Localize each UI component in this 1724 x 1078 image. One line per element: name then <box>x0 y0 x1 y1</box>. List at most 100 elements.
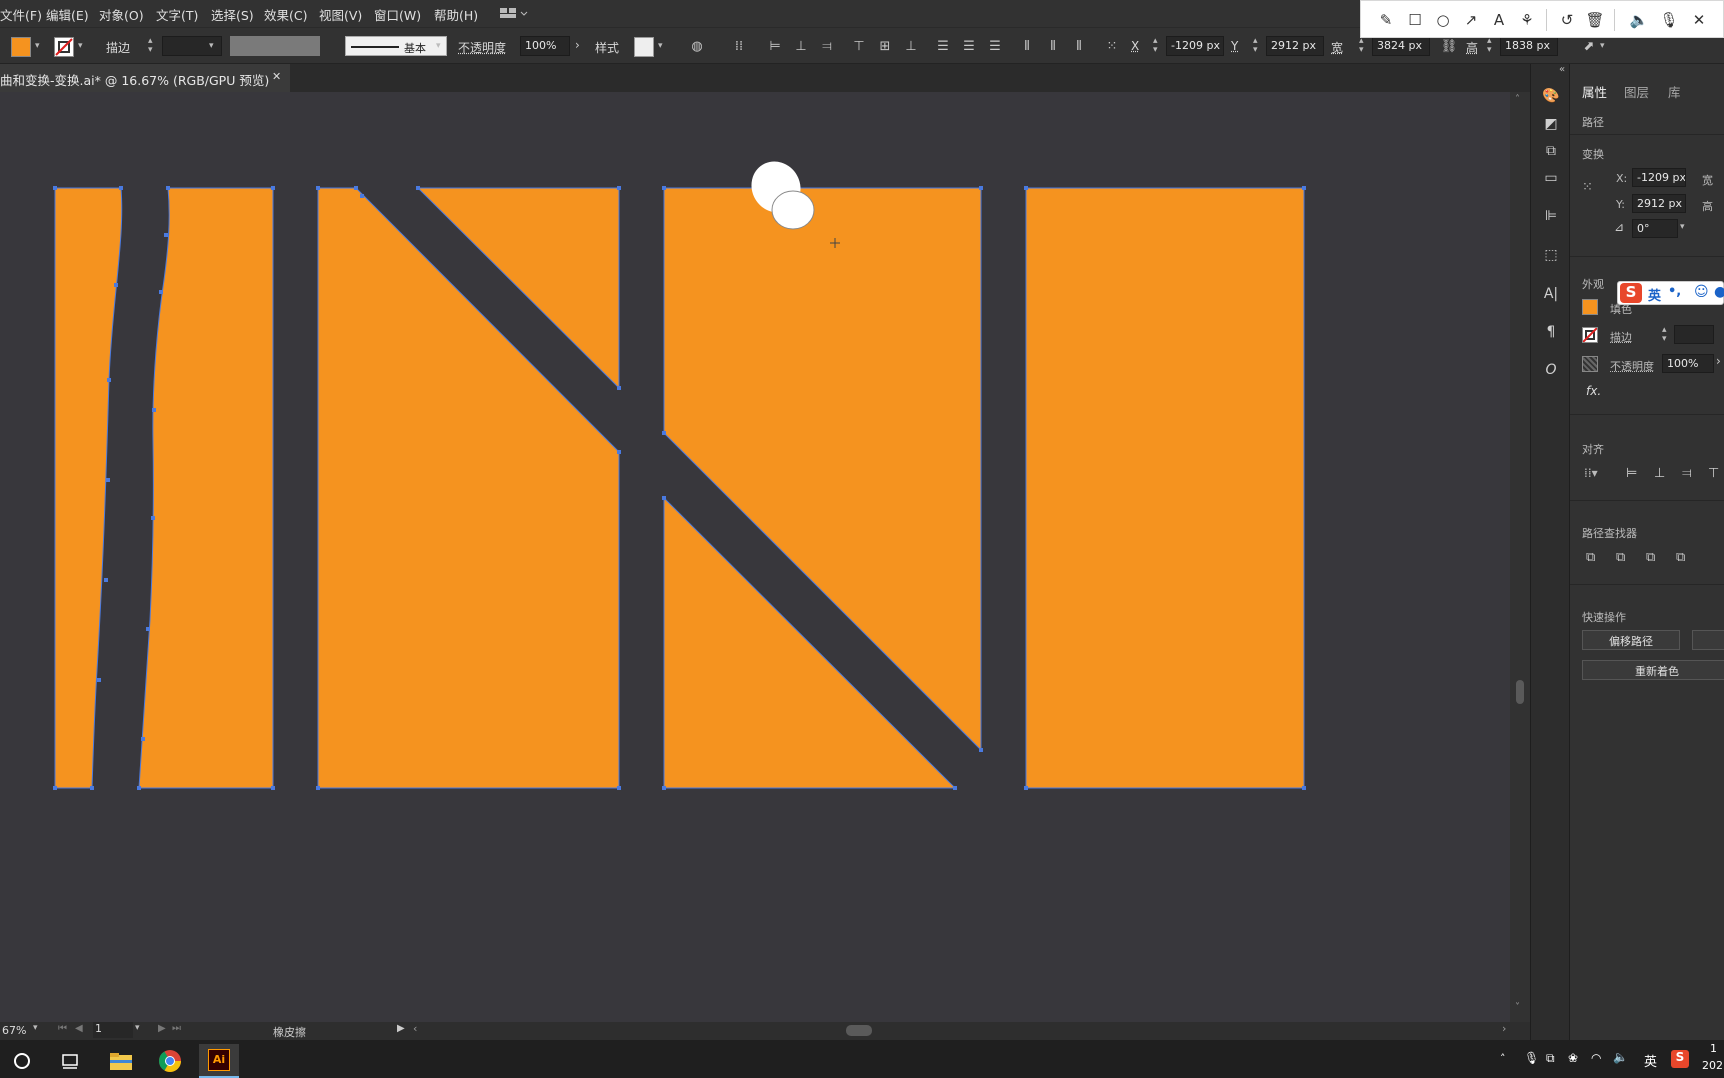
panel-y-input[interactable]: 2912 px <box>1632 194 1686 213</box>
pathfinder-minus-front-icon[interactable]: ⧉ <box>1616 550 1625 565</box>
ime-mode[interactable]: 英 <box>1648 285 1661 304</box>
fill-swatch[interactable] <box>11 37 31 57</box>
ime-more-icon[interactable]: ● <box>1714 284 1724 300</box>
graphic-style-swatch[interactable] <box>634 37 654 57</box>
reference-point-grid-icon[interactable]: ⁙ <box>1582 180 1593 195</box>
panel-align-to-icon[interactable]: ⁞⁞▾ <box>1584 466 1598 480</box>
panel-opacity-label[interactable]: 不透明度 <box>1610 358 1654 374</box>
y-input[interactable]: 2912 px <box>1266 36 1324 56</box>
style-dropdown-icon[interactable]: ▾ <box>658 41 663 51</box>
status-menu-icon[interactable]: ▶ <box>397 1023 405 1034</box>
pathfinder-unite-icon[interactable]: ⧉ <box>1586 550 1595 565</box>
last-artboard-icon[interactable]: ⏭ <box>172 1023 181 1034</box>
speaker-icon[interactable]: 🔈 <box>1629 10 1649 30</box>
artboard-number-input[interactable]: 1 <box>93 1022 133 1038</box>
align-top-icon[interactable]: ⊤ <box>850 37 868 55</box>
menu-window[interactable]: 窗口(W) <box>374 5 421 24</box>
menu-file[interactable]: 文件(F) <box>0 5 42 24</box>
zoom-dropdown-icon[interactable]: ▾ <box>33 1023 38 1033</box>
hscroll-right-icon[interactable]: › <box>1502 1022 1506 1035</box>
scroll-down-icon[interactable]: ˅ <box>1515 1002 1520 1013</box>
opacity-label[interactable]: 不透明度 <box>458 39 506 56</box>
hscroll-left-icon[interactable]: ‹ <box>413 1022 417 1035</box>
recolor-globe-icon[interactable]: ◍ <box>688 37 706 55</box>
stroke-swatch[interactable] <box>54 37 74 57</box>
next-artboard-icon[interactable]: ▶ <box>158 1023 166 1034</box>
clock-time[interactable]: 1 <box>1710 1042 1717 1055</box>
align-left-icon[interactable]: ⊨ <box>766 37 784 55</box>
color-panel-icon[interactable]: 🎨 <box>1541 86 1561 106</box>
arrow-tool-icon[interactable]: ↗ <box>1461 10 1481 30</box>
menu-view[interactable]: 视图(V) <box>319 5 362 24</box>
height-input[interactable]: 1838 px <box>1500 36 1558 56</box>
height-stepper[interactable]: ▴ ▾ <box>1487 37 1492 55</box>
distribute-vcenter-icon[interactable]: ☰ <box>960 37 978 55</box>
brush-definition[interactable]: 基本 <box>345 36 447 56</box>
distribute-bottom-icon[interactable]: ☰ <box>986 37 1004 55</box>
opacity-input[interactable]: 100% <box>520 36 570 56</box>
pathfinder-exclude-icon[interactable]: ⧉ <box>1676 550 1685 565</box>
horizontal-scroll-thumb[interactable] <box>846 1025 872 1036</box>
fx-icon[interactable]: fx. <box>1586 384 1601 398</box>
distribute-right-icon[interactable]: ⫴ <box>1070 37 1088 55</box>
undo-icon[interactable]: ↺ <box>1557 10 1577 30</box>
variable-width-profile[interactable] <box>230 36 320 56</box>
distribute-left-icon[interactable]: ⫴ <box>1018 37 1036 55</box>
collapse-panels-icon[interactable]: « <box>1559 64 1565 75</box>
artwork[interactable] <box>0 92 1516 1025</box>
rectangle-tool-icon[interactable]: ☐ <box>1405 10 1425 30</box>
menu-help[interactable]: 帮助(H) <box>434 5 478 24</box>
opentype-panel-icon[interactable]: O <box>1541 360 1561 380</box>
clock-date[interactable]: 202 <box>1702 1059 1723 1072</box>
recolor-button[interactable]: 重新着色 <box>1582 660 1724 680</box>
align-hcenter-icon[interactable]: ⊥ <box>792 37 810 55</box>
tray-app-icon[interactable]: ⧉ <box>1546 1051 1555 1066</box>
panel-opacity-input[interactable]: 100% <box>1662 354 1714 373</box>
mic-tray-icon[interactable]: 🎙 <box>1524 1051 1539 1065</box>
menu-type[interactable]: 文字(T) <box>156 5 198 24</box>
expand-button[interactable] <box>1692 630 1724 650</box>
first-artboard-icon[interactable]: ⏮ <box>58 1023 67 1034</box>
panel-stroke-swatch[interactable] <box>1582 327 1598 343</box>
show-hidden-icons[interactable]: ˄ <box>1500 1052 1506 1065</box>
close-tab-icon[interactable]: ✕ <box>272 70 281 83</box>
tab-layers[interactable]: 图层 <box>1624 82 1649 101</box>
panel-align-hcenter-icon[interactable]: ⊥ <box>1654 466 1665 481</box>
align-to-selection-icon[interactable]: ⁞⁞ <box>730 37 748 55</box>
distribute-hcenter-icon[interactable]: ⫴ <box>1044 37 1062 55</box>
brush-dropdown-icon[interactable]: ▾ <box>436 41 441 51</box>
wifi-icon[interactable]: ◠ <box>1591 1051 1601 1065</box>
constrain-proportions-icon[interactable]: ⛓ <box>1440 37 1458 55</box>
y-stepper[interactable]: ▴ ▾ <box>1253 37 1258 55</box>
opacity-expand-icon[interactable]: › <box>575 38 580 52</box>
swatches-icon[interactable]: ⧉ <box>1541 141 1561 161</box>
rotate-angle-input[interactable]: 0° <box>1632 219 1678 238</box>
ime-toolbar[interactable]: S 英 •, ☺ ● <box>1617 281 1724 305</box>
menu-select[interactable]: 选择(S) <box>211 5 254 24</box>
align-bottom-icon[interactable]: ⊥ <box>902 37 920 55</box>
pathfinder-intersect-icon[interactable]: ⧉ <box>1646 550 1655 565</box>
width-input[interactable]: 3824 px <box>1372 36 1430 56</box>
tab-properties[interactable]: 属性 <box>1582 82 1607 101</box>
volume-icon[interactable]: 🔈 <box>1613 1050 1628 1064</box>
document-tab[interactable]: 曲和变换-变换.ai* @ 16.67% (RGB/GPU 预览) ✕ <box>0 64 290 92</box>
stroke-dropdown-icon[interactable]: ▾ <box>78 41 83 51</box>
ime-emoji-icon[interactable]: ☺ <box>1694 284 1709 300</box>
menu-object[interactable]: 对象(O) <box>99 5 144 24</box>
close-icon[interactable]: ✕ <box>1689 10 1709 30</box>
illustrator-taskbar-button[interactable]: Ai <box>199 1044 239 1078</box>
paragraph-panel-icon[interactable]: ¶ <box>1541 322 1561 342</box>
text-tool-icon[interactable]: A <box>1489 10 1509 30</box>
ellipse-tool-icon[interactable]: ○ <box>1433 10 1453 30</box>
align-vcenter-icon[interactable]: ⊞ <box>876 37 894 55</box>
tab-libraries[interactable]: 库 <box>1668 82 1681 101</box>
fill-dropdown-icon[interactable]: ▾ <box>35 41 40 51</box>
align-panel-icon[interactable]: ⊫ <box>1541 206 1561 226</box>
scroll-up-icon[interactable]: ˄ <box>1515 94 1520 105</box>
panel-x-input[interactable]: -1209 px <box>1632 168 1686 187</box>
panel-fill-swatch[interactable] <box>1582 299 1598 315</box>
microphone-icon[interactable]: 🎙 <box>1659 10 1679 30</box>
gradient-icon[interactable]: ▭ <box>1541 168 1561 188</box>
transform-options-dropdown-icon[interactable]: ▾ <box>1600 41 1605 51</box>
tray-bird-icon[interactable]: ❀ <box>1568 1051 1578 1065</box>
